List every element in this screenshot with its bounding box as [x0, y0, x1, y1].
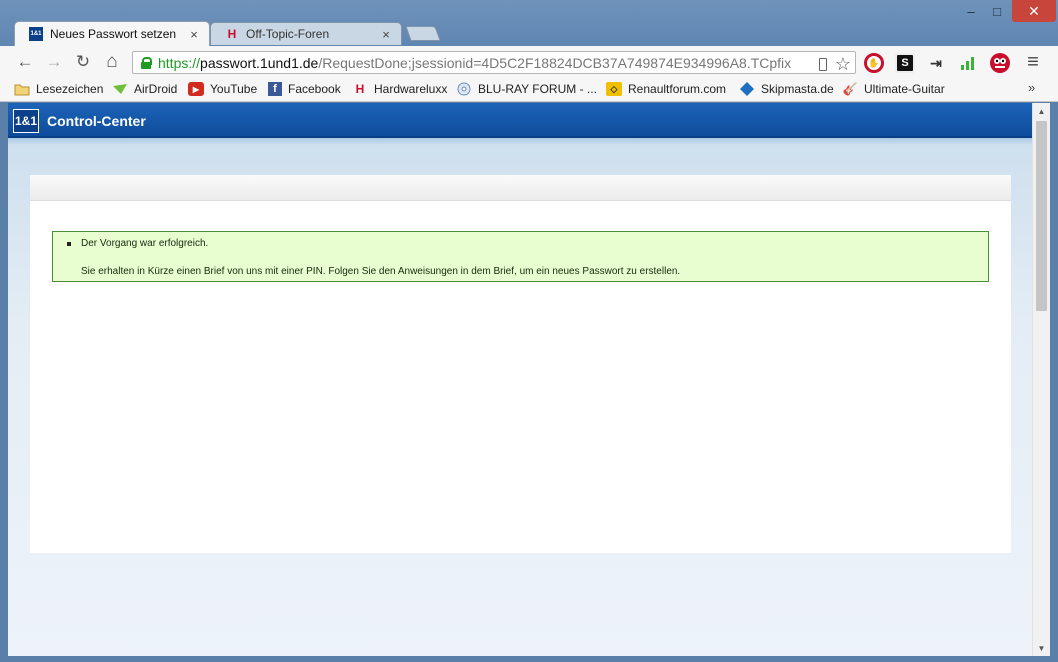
secure-lock-icon	[141, 56, 152, 69]
bluray-icon	[456, 82, 472, 96]
bookmark-label: BLU-RAY FORUM - ...	[478, 82, 597, 96]
bookmark-facebook[interactable]: f Facebook	[268, 82, 341, 96]
bookmark-hardwareluxx[interactable]: H Hardwareluxx	[352, 82, 448, 96]
bookmark-skipmasta[interactable]: Skipmasta.de	[739, 82, 834, 96]
signal-extension-icon[interactable]	[958, 53, 978, 73]
home-button[interactable]: ⌂	[102, 51, 122, 72]
scrollbar-thumb[interactable]	[1036, 121, 1047, 311]
bookmark-label: Lesezeichen	[36, 82, 104, 96]
back-button[interactable]: ←	[15, 52, 35, 72]
scroll-down-arrow-icon[interactable]: ▼	[1033, 640, 1050, 656]
header-strip	[8, 138, 1032, 144]
adblock-extension-icon[interactable]: ✋	[864, 53, 884, 73]
page-action-icon[interactable]	[818, 58, 827, 71]
tab-off-topic-foren[interactable]: H Off-Topic-Foren ×	[210, 22, 402, 45]
bookmark-lesezeichen[interactable]: Lesezeichen	[14, 82, 103, 96]
tab-neues-passwort[interactable]: 1&1 Neues Passwort setzen ×	[14, 21, 210, 46]
bookmark-label: Facebook	[288, 82, 341, 96]
forward-button[interactable]: →	[44, 52, 64, 72]
bookmark-star-icon[interactable]: ☆	[835, 54, 851, 73]
bookmark-airdroid[interactable]: AirDroid	[112, 82, 177, 96]
bookmarks-bar: Lesezeichen AirDroid ▶ YouTube f Faceboo…	[0, 78, 1058, 102]
monster-extension-icon[interactable]	[990, 53, 1010, 73]
minimize-button[interactable]: –	[958, 0, 984, 22]
folder-icon	[14, 82, 30, 96]
success-message-box: Der Vorgang war erfolgreich. Sie erhalte…	[52, 231, 989, 282]
omnibox-actions: ☆	[814, 54, 851, 73]
oneandone-favicon-icon: 1&1	[29, 27, 43, 41]
url-scheme: https://	[158, 54, 201, 71]
youtube-icon: ▶	[188, 82, 204, 96]
bookmark-label: AirDroid	[134, 82, 178, 96]
guitar-icon: 🎸	[842, 82, 858, 96]
browser-toolbar: ← → ↻ ⌂ https:// passwort.1und1.de /Requ…	[0, 46, 1058, 78]
bookmark-bluray-forum[interactable]: BLU-RAY FORUM - ...	[456, 82, 597, 96]
tab-title: Neues Passwort setzen	[50, 27, 177, 41]
content-panel: Der Vorgang war erfolgreich. Sie erhalte…	[30, 175, 1011, 553]
bullet-icon	[67, 242, 71, 246]
scroll-up-arrow-icon[interactable]: ▲	[1033, 103, 1050, 119]
control-center-header: 1&1 Control-Center	[8, 103, 1032, 138]
bookmark-youtube[interactable]: ▶ YouTube	[188, 82, 257, 96]
bookmark-label: YouTube	[210, 82, 258, 96]
url-path: /RequestDone;jsessionid=4D5C2F18824DCB37…	[318, 54, 792, 71]
airdroid-icon	[112, 82, 128, 96]
bookmark-label: Skipmasta.de	[761, 82, 834, 96]
bookmark-ultimate-guitar[interactable]: 🎸 Ultimate-Guitar	[842, 82, 945, 96]
bookmark-label: Hardwareluxx	[374, 82, 448, 96]
page-viewport: 1&1 Control-Center Der Vorgang war erfol…	[8, 103, 1050, 656]
url-host: passwort.1und1.de	[200, 54, 319, 71]
pushbullet-extension-icon[interactable]: ⇥	[926, 53, 946, 73]
chrome-menu-button[interactable]: ≡	[1023, 51, 1043, 73]
bookmark-label: Ultimate-Guitar	[864, 82, 945, 96]
tab-close-icon[interactable]: ×	[379, 27, 393, 42]
hardwareluxx-icon: H	[355, 82, 365, 96]
bookmark-renaultforum[interactable]: ◇ Renaultforum.com	[606, 82, 726, 96]
oneandone-logo[interactable]: 1&1	[13, 109, 39, 133]
bookmark-label: Renaultforum.com	[628, 82, 727, 96]
success-message-body: Sie erhalten in Kürze einen Brief von un…	[81, 266, 681, 277]
facebook-icon: f	[268, 82, 282, 96]
bookmarks-overflow-button[interactable]: »	[1028, 80, 1035, 95]
s-extension-icon[interactable]: S	[895, 53, 915, 73]
page-title: Control-Center	[47, 113, 146, 129]
reload-button[interactable]: ↻	[73, 52, 93, 72]
panel-header	[30, 175, 1011, 201]
skipmasta-icon	[739, 82, 755, 96]
browser-titlebar: – □ ✕ 1&1 Neues Passwort setzen × H Off-…	[0, 0, 1058, 46]
renault-icon: ◇	[606, 82, 622, 96]
maximize-button[interactable]: □	[984, 0, 1010, 22]
close-window-button[interactable]: ✕	[1012, 0, 1056, 22]
tab-close-icon[interactable]: ×	[187, 27, 201, 42]
hardwareluxx-favicon-icon: H	[227, 27, 237, 41]
tab-title: Off-Topic-Foren	[246, 27, 330, 41]
success-message-title: Der Vorgang war erfolgreich.	[81, 238, 209, 249]
address-bar[interactable]: https:// passwort.1und1.de /RequestDone;…	[132, 51, 856, 74]
vertical-scrollbar[interactable]: ▲ ▼	[1032, 103, 1050, 656]
new-tab-button[interactable]	[405, 26, 441, 41]
